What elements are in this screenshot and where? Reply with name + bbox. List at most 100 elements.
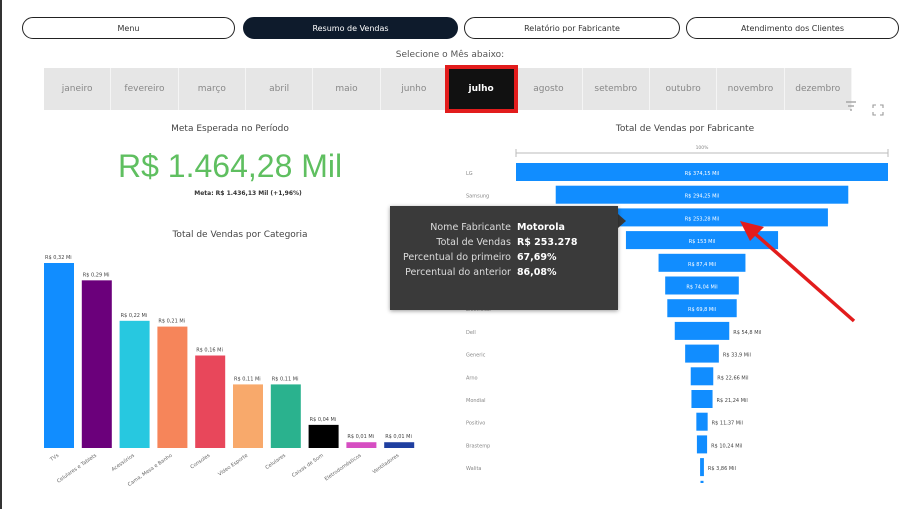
month-8[interactable]: setembro — [582, 68, 650, 110]
funnel-bar — [691, 390, 713, 408]
tooltip-row: Percentual do primeiro 67,69% — [400, 250, 580, 265]
data-label: R$ 54,8 Mil — [733, 330, 761, 336]
data-label: R$ 0,32 Mi — [45, 255, 72, 261]
month-2[interactable]: março — [178, 68, 246, 110]
data-label: R$ 0,11 Mi — [234, 376, 261, 382]
meta-title: Meta Esperada no Período — [171, 124, 289, 134]
bar — [308, 424, 339, 448]
data-label: R$ 0,11 Mi — [272, 376, 299, 382]
nav-relatorio-fabricante-button[interactable]: Relatório por Fabricante — [464, 17, 680, 39]
data-label: R$ 11,37 Mil — [712, 421, 743, 427]
categoria-chart-title: Total de Vendas por Categoria — [172, 230, 308, 240]
funnel-bar — [690, 367, 714, 386]
categoria-bar-chart: R$ 0,32 Mi TVs R$ 0,29 Mi Celulares e Table… — [44, 255, 415, 488]
month-3[interactable]: abril — [245, 68, 314, 110]
category-label: Celulares — [264, 453, 287, 471]
month-4[interactable]: maio — [313, 68, 381, 110]
month-10[interactable]: novembro — [717, 68, 785, 110]
category-label: Dell — [466, 330, 476, 336]
tooltip-value: 67,69% — [516, 252, 557, 263]
data-label: R$ 0,22 Mi — [121, 313, 148, 319]
data-label: R$ 33,9 Mil — [723, 353, 751, 359]
tooltip-value: Motorola — [516, 222, 565, 233]
tooltip-key: Total de Vendas — [436, 237, 511, 248]
month-11[interactable]: dezembro — [784, 68, 852, 110]
nav-resumo-vendas-button[interactable]: Resumo de Vendas — [243, 17, 458, 39]
month-prompt: Selecione o Mês abaixo: — [395, 50, 505, 60]
data-label: R$ 0,16 Mi — [196, 348, 223, 354]
fabricante-chart-title: Total de Vendas por Fabricante — [615, 124, 755, 134]
category-label: Arno — [466, 375, 478, 381]
category-label: Caixas de Som — [291, 453, 325, 479]
month-1[interactable]: fevereiro — [111, 68, 179, 110]
bar — [384, 442, 415, 448]
chart-tooltip: Nome Fabricante Motorola Total de Vendas R$… — [390, 206, 618, 310]
nav-menu-button[interactable]: Menu — [22, 17, 235, 39]
tooltip-key: Nome Fabricante — [430, 222, 511, 233]
category-label: Celulares e Tablets — [56, 453, 98, 485]
funnel-bar — [674, 321, 730, 340]
filter-icon[interactable] — [845, 100, 857, 115]
category-label: Ventiladores — [372, 453, 401, 476]
data-label: R$ 3,86 Mil — [708, 466, 736, 472]
category-label: Eletrodomésticos — [323, 452, 363, 483]
top-percent-label: 100% — [696, 145, 710, 151]
month-6[interactable]: julho — [444, 65, 519, 113]
month-7[interactable]: agosto — [515, 68, 583, 110]
bar — [346, 442, 377, 448]
bar — [119, 320, 150, 448]
category-label: LG — [466, 171, 473, 177]
data-label: R$ 0,21 Mi — [158, 319, 185, 325]
data-label: R$ 10,24 Mil — [711, 443, 742, 449]
bar — [233, 384, 263, 448]
category-label: TVs — [48, 453, 60, 464]
month-slicer: janeiro fevereiro março abril maio junho julho… — [44, 65, 852, 113]
funnel-bar — [700, 480, 704, 483]
month-0[interactable]: janeiro — [44, 68, 112, 110]
funnel-bar — [696, 412, 708, 431]
category-label: Samsung — [466, 194, 489, 200]
focus-mode-icon[interactable] — [872, 104, 884, 119]
data-label: R$ 153 Mil — [689, 239, 715, 245]
data-label: R$ 0,01 Mi — [385, 434, 412, 440]
data-label: R$ 0,29 Mi — [83, 272, 110, 278]
bar — [270, 384, 301, 448]
data-label: R$ 22,66 Mil — [717, 375, 748, 381]
tooltip-row: Percentual do anterior 86,08% — [400, 265, 580, 280]
category-label: Acessórios — [110, 452, 136, 473]
data-label: R$ 294,25 Mil — [685, 194, 719, 200]
funnel-bar — [685, 344, 719, 363]
data-label: R$ 0,01 Mi — [347, 434, 374, 440]
data-label: R$ 253,28 Mil — [685, 216, 719, 222]
bar — [157, 326, 188, 448]
data-label: R$ 74,04 Mil — [686, 285, 717, 291]
category-label: Walita — [466, 466, 482, 472]
meta-value-card: R$ 1.464,28 Mil — [118, 148, 343, 184]
tooltip-row: Nome Fabricante Motorola — [400, 220, 580, 235]
bar — [81, 280, 112, 448]
month-9[interactable]: outubro — [649, 68, 718, 110]
month-5[interactable]: junho — [380, 68, 448, 110]
tooltip-value: 86,08% — [516, 267, 557, 278]
tooltip-key: Percentual do primeiro — [403, 252, 511, 263]
nav-atendimento-clientes-button[interactable]: Atendimento dos Clientes — [686, 17, 899, 39]
bar — [44, 263, 74, 448]
data-label: R$ 69,8 Mil — [688, 307, 716, 313]
category-label: Consoles — [190, 453, 212, 471]
window-edge — [0, 0, 2, 509]
data-label: R$ 21,24 Mil — [717, 398, 748, 404]
data-label: R$ 0,04 Mi — [310, 417, 337, 423]
category-label: Vídeo Esporte — [217, 452, 250, 478]
data-label: R$ 374,15 Mil — [685, 171, 719, 177]
funnel-bar — [696, 435, 708, 454]
tooltip-row: Total de Vendas R$ 253.278 — [400, 235, 580, 250]
meta-subtitle: Meta: R$ 1.436,13 Mil (+1,96%) — [194, 190, 302, 197]
bar — [195, 355, 226, 448]
annotation-arrow — [740, 221, 856, 323]
category-label: Mondial — [466, 398, 486, 404]
data-label: R$ 87,4 Mil — [688, 262, 716, 268]
tooltip-key: Percentual do anterior — [405, 267, 511, 278]
tooltip-pointer — [618, 214, 626, 228]
category-label: Positivo — [466, 421, 485, 427]
tooltip-value: R$ 253.278 — [516, 237, 578, 248]
